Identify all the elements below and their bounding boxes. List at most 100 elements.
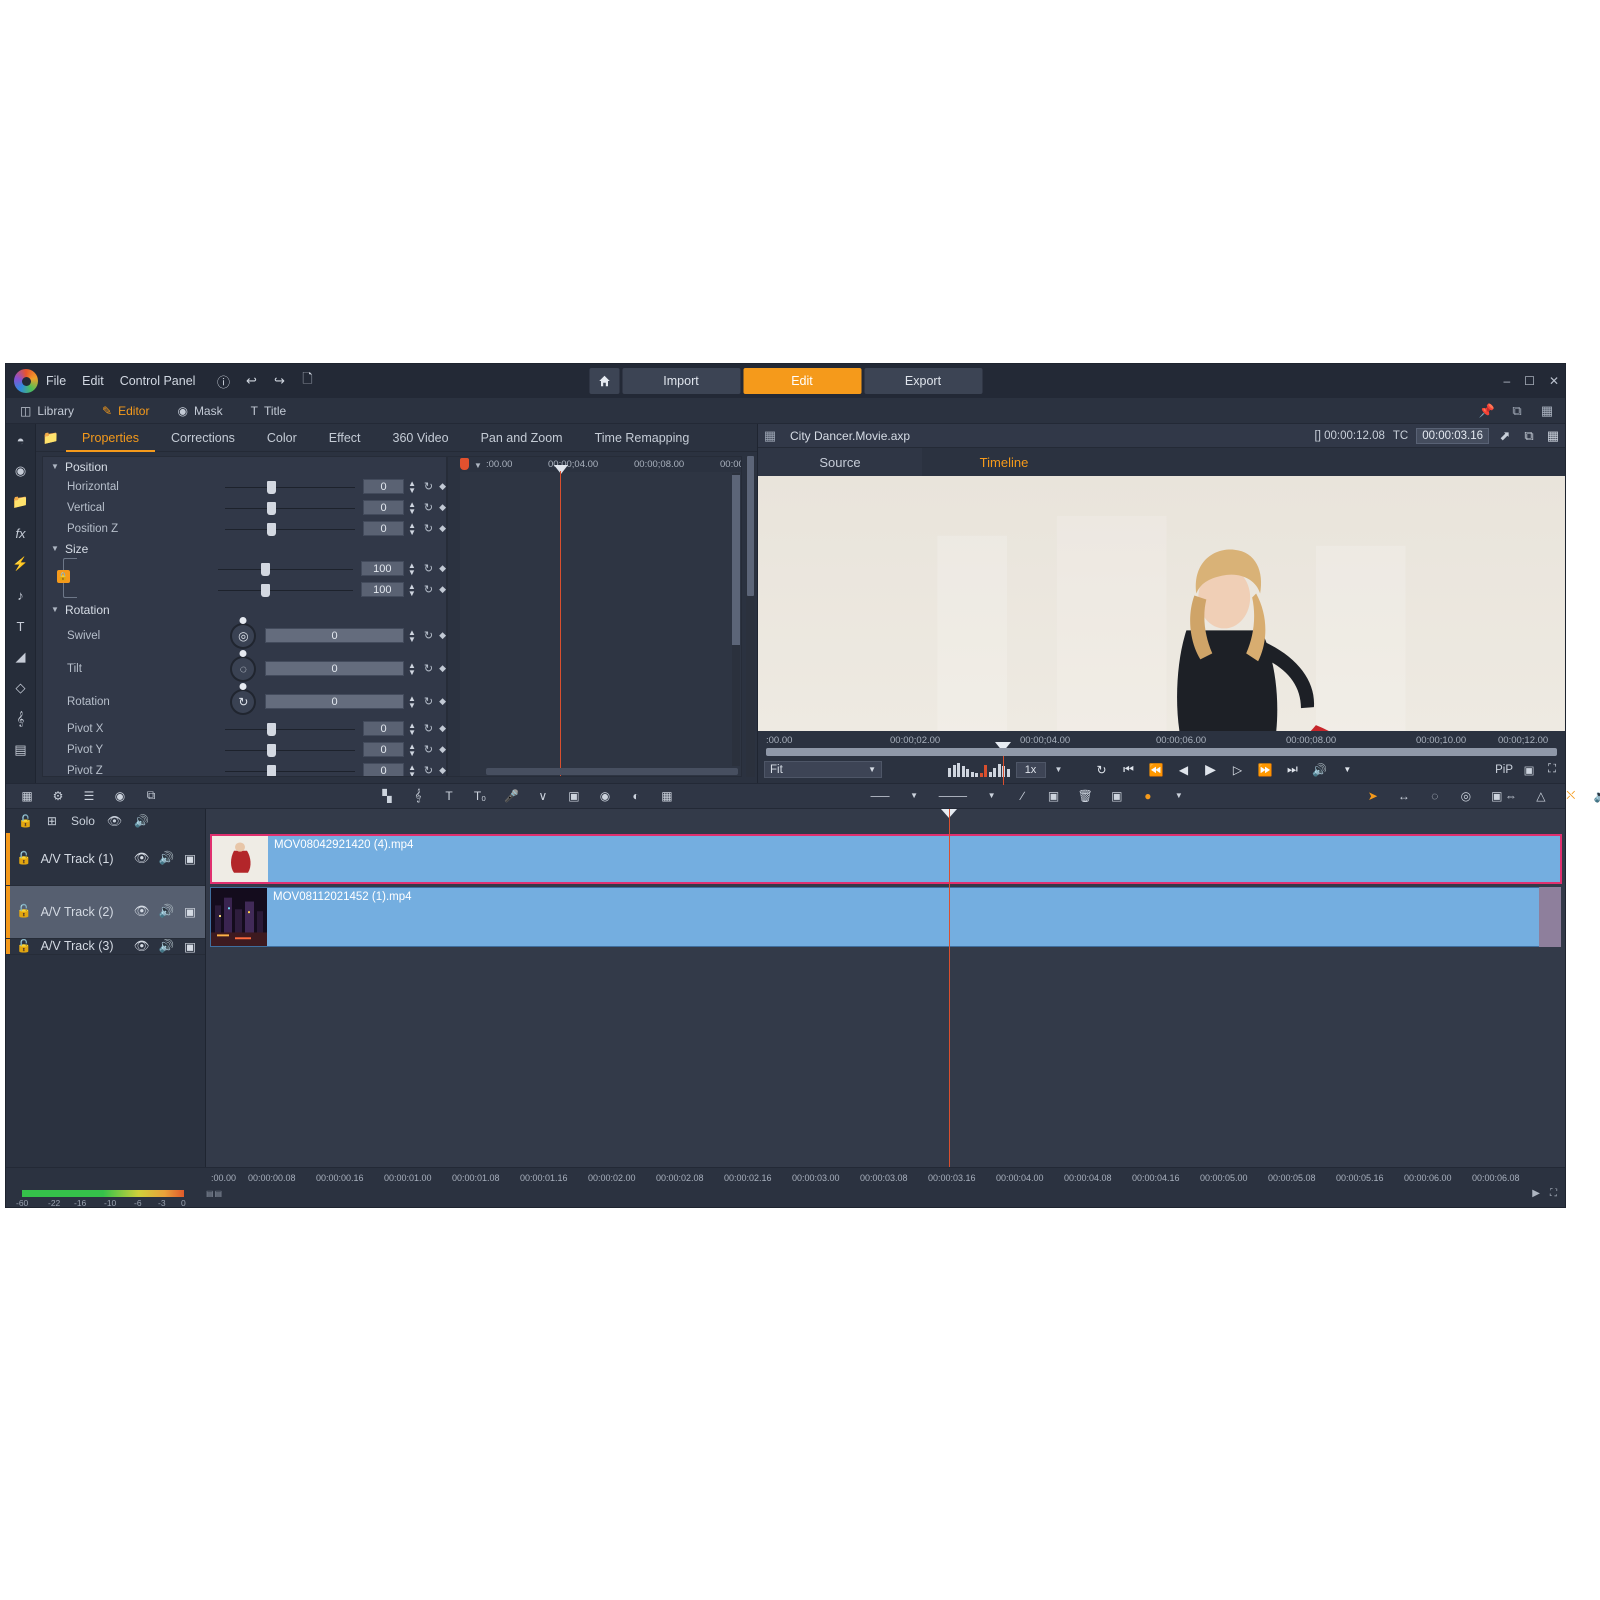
eye-icon[interactable]: 👁 <box>134 904 150 920</box>
film-reel-icon[interactable]: ◉ <box>11 461 31 481</box>
edit-button[interactable]: Edit <box>743 368 861 394</box>
copy-icon[interactable]: ⧉ <box>144 788 158 804</box>
tab-library[interactable]: ◫ Library <box>6 398 88 424</box>
minimize-button[interactable]: – <box>1503 374 1510 388</box>
timeline-clip-1[interactable]: MOV08042921420 (4).mp4 <box>210 833 1562 884</box>
playback-speed[interactable]: 1x <box>1015 761 1046 778</box>
ptab-color[interactable]: Color <box>251 424 313 452</box>
settings-gear-icon[interactable]: ⚙ <box>51 788 65 804</box>
document-icon[interactable]: 🗋 <box>299 371 315 389</box>
help-icon[interactable]: ⓘ <box>215 373 231 390</box>
reset-position-vertical-icon[interactable]: ↻ <box>424 501 433 514</box>
trim-icon[interactable]: ↔ <box>1397 788 1411 804</box>
spinner-size-horizontal[interactable]: ▲ ▼ <box>407 561 417 576</box>
input-pivot-z[interactable]: 0 <box>362 763 405 776</box>
spinner-pivot-y[interactable]: ▲ ▼ <box>407 742 417 757</box>
spinner-rotation[interactable]: ▲ ▼ <box>407 694 417 709</box>
input-size-horizontal[interactable]: 100 <box>360 561 404 576</box>
split-icon[interactable]: ◌ <box>1428 788 1442 804</box>
motion-icon[interactable]: ◢ <box>11 647 31 667</box>
properties-scroll-thumb[interactable] <box>747 456 754 596</box>
tab-title[interactable]: T Title <box>237 398 301 424</box>
ptab-time-remapping[interactable]: Time Remapping <box>579 424 706 452</box>
chevron-down-icon[interactable]: ▼ <box>1051 762 1067 778</box>
slider-size-vertical[interactable] <box>217 583 353 597</box>
properties-folder-icon[interactable]: 📁 <box>36 430 66 446</box>
spinner-swivel[interactable]: ▲ ▼ <box>407 628 417 643</box>
keyframe-tilt-icon[interactable]: ◆ <box>439 663 446 674</box>
track-options-icon[interactable]: ▣ <box>183 904 197 920</box>
slider-position-horizontal[interactable] <box>225 480 355 494</box>
timeline-ruler[interactable]: :00.00 00:00:00.08 00:00:00.16 00:00:01.… <box>6 1167 1565 1185</box>
properties-scrollbar[interactable] <box>746 456 755 777</box>
magnet-icon[interactable]: ⛌ <box>1564 788 1578 804</box>
slider-pivot-y[interactable] <box>225 743 355 757</box>
mark-out-icon[interactable]: ⸻ <box>938 788 968 804</box>
expand-timeline-icon[interactable]: ⛶ <box>1550 1188 1557 1199</box>
eye-icon[interactable]: 👁 <box>107 813 122 829</box>
solo-label[interactable]: Solo <box>71 814 95 828</box>
crop-icon[interactable]: ▣ <box>1047 788 1061 804</box>
slider-pivot-x[interactable] <box>225 722 355 736</box>
render-preview-icon[interactable]: ▦ <box>20 788 34 804</box>
keyframe-pivot-z-icon[interactable]: ◆ <box>439 765 446 776</box>
spinner-position-z[interactable]: ▲ ▼ <box>407 521 417 536</box>
slider-position-z[interactable] <box>225 522 355 536</box>
unlink-icon[interactable]: ∕ <box>1016 788 1030 804</box>
play-icon[interactable]: ▶ <box>1203 761 1217 778</box>
input-position-horizontal[interactable]: 0 <box>362 479 405 494</box>
step-back-icon[interactable]: ◀ <box>1176 762 1190 778</box>
spinner-tilt[interactable]: ▲ ▼ <box>407 661 417 676</box>
duplicate-icon[interactable]: ⧉ <box>1521 428 1537 444</box>
duplicate-panel-icon[interactable]: ⧉ <box>1509 403 1525 419</box>
spinner-pivot-x[interactable]: ▲ ▼ <box>407 721 417 736</box>
redo-icon[interactable]: ↪ <box>271 373 287 389</box>
tab-editor[interactable]: ✎ Editor <box>88 398 163 424</box>
ptab-effect[interactable]: Effect <box>313 424 377 452</box>
track-header-1[interactable]: 🔓 A/V Track (1) 👁 🔊 ▣ <box>6 832 205 886</box>
keyframe-position-vertical-icon[interactable]: ◆ <box>439 502 446 513</box>
ptab-properties[interactable]: Properties <box>66 424 155 452</box>
popout-icon[interactable]: ⬈ <box>1497 428 1513 444</box>
chevron-down-icon[interactable]: ▼ <box>1172 788 1186 804</box>
keyframe-ruler[interactable]: ▼ :00.00 00:00;04.00 00:00;08.00 00:00;1 <box>448 457 741 472</box>
layout-icon[interactable]: ▦ <box>1539 403 1555 419</box>
shuttle-control[interactable] <box>948 762 1010 777</box>
delete-icon[interactable]: 🗑 <box>1078 788 1093 804</box>
spinner-position-horizontal[interactable]: ▲ ▼ <box>407 479 417 494</box>
lock-icon[interactable]: 🔒 <box>56 570 70 583</box>
home-button[interactable] <box>589 368 619 394</box>
fx-icon[interactable]: fx <box>11 523 31 543</box>
speaker-icon[interactable]: 🔊 <box>158 904 174 920</box>
keyframe-icon[interactable]: ▦ <box>660 788 674 804</box>
eye-icon[interactable]: 👁 <box>134 851 150 867</box>
jump-start-icon[interactable]: ⏮ <box>1122 762 1136 778</box>
timecode-input[interactable]: 00:00:03.16 <box>1416 427 1489 444</box>
tab-mask[interactable]: ◉ Mask <box>163 398 236 424</box>
layout-icon[interactable]: ▦ <box>1545 428 1561 444</box>
voice-over-icon[interactable]: 🎤 <box>504 788 519 804</box>
folder-icon[interactable]: 📁 <box>11 492 31 512</box>
ptab-corrections[interactable]: Corrections <box>155 424 251 452</box>
menu-edit[interactable]: Edit <box>74 374 112 388</box>
keyframe-size-vertical-icon[interactable]: ◆ <box>439 584 446 595</box>
audio-clef-icon[interactable]: 𝄞 <box>11 709 31 729</box>
pin-icon[interactable]: 📌 <box>1479 403 1495 419</box>
ripple-icon[interactable]: ⇔ <box>1504 788 1518 804</box>
input-pivot-x[interactable]: 0 <box>362 721 405 736</box>
ptab-360-video[interactable]: 360 Video <box>377 424 465 452</box>
timeline-scroll-controls[interactable]: ▶ ⛶ <box>1532 1188 1557 1199</box>
lock-icon[interactable]: 🔓 <box>16 904 32 920</box>
keyframe-vscroll-thumb[interactable] <box>732 475 740 645</box>
preview-ruler[interactable]: :00.00 00:00;02.00 00:00;04.00 00:00;06.… <box>758 730 1565 785</box>
undo-icon[interactable]: ↩ <box>243 373 259 389</box>
input-tilt[interactable]: 0 <box>265 661 404 676</box>
slider-position-vertical[interactable] <box>225 501 355 515</box>
import-button[interactable]: Import <box>622 368 740 394</box>
paint-icon[interactable]: ◉ <box>598 788 612 804</box>
keyframe-timeline[interactable]: ▼ :00.00 00:00;04.00 00:00;08.00 00:00;1 <box>447 456 742 777</box>
input-rotation[interactable]: 0 <box>265 694 404 709</box>
audio-mixer-icon[interactable]: ▚ <box>380 788 394 804</box>
reset-swivel-icon[interactable]: ↻ <box>424 629 433 642</box>
track-header-2[interactable]: 🔓 A/V Track (2) 👁 🔊 ▣ <box>6 885 205 939</box>
